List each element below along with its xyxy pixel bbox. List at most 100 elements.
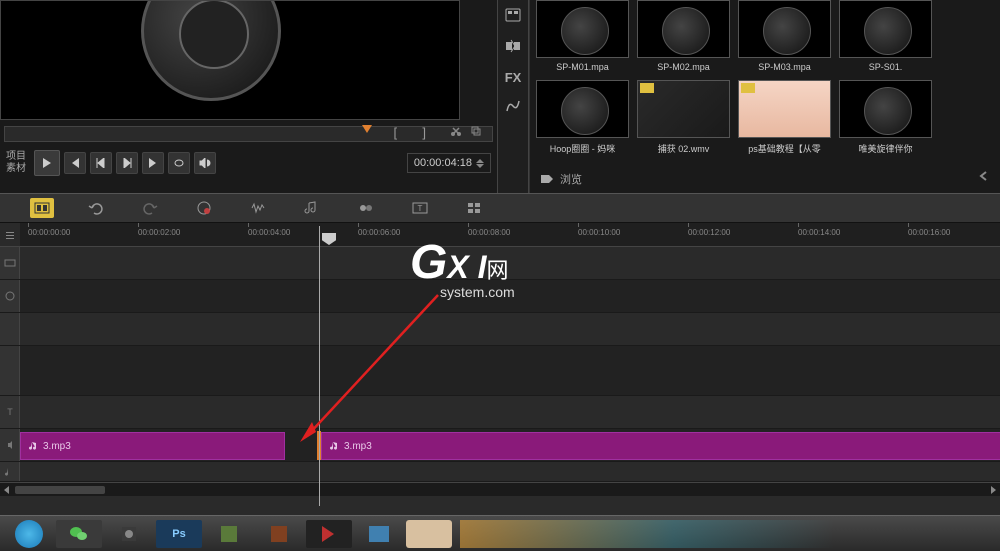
library-thumb	[839, 0, 932, 58]
mark-brackets[interactable]: [ ]	[394, 125, 432, 140]
video-track-icon[interactable]	[0, 247, 20, 279]
grid-button[interactable]	[462, 198, 486, 218]
library-thumb	[637, 80, 730, 138]
library-item[interactable]: SP-M01.mpa	[536, 0, 629, 72]
timeline-scrollbar[interactable]	[0, 482, 1000, 496]
browse-button[interactable]: 浏览	[540, 171, 582, 187]
title-track-icon[interactable]: T	[0, 396, 20, 428]
taskbar-gradient	[460, 520, 994, 548]
auto-music-button[interactable]	[300, 198, 324, 218]
library-thumb	[637, 0, 730, 58]
svg-text:T: T	[418, 204, 423, 213]
storyboard-mode-button[interactable]	[30, 198, 54, 218]
timecode-display[interactable]: 00:00:04:18	[407, 153, 491, 173]
ruler-menu-icon[interactable]	[0, 223, 20, 246]
ruler-tick: 00:00:06:00	[358, 228, 400, 237]
music-track[interactable]	[0, 462, 1000, 482]
library-label: SP-M01.mpa	[536, 62, 629, 72]
music-track-icon[interactable]	[0, 462, 20, 481]
voice-track-icon[interactable]	[0, 429, 20, 461]
ruler-tick: 00:00:02:00	[138, 228, 180, 237]
cut-icon[interactable]	[450, 125, 462, 137]
svg-text:T: T	[7, 407, 13, 417]
taskbar-avatar[interactable]	[406, 520, 452, 548]
overlay-track-icon[interactable]	[0, 280, 20, 312]
go-end-button[interactable]	[142, 152, 164, 174]
library-item[interactable]: 唯美旋律伴你	[839, 80, 932, 155]
scroll-thumb[interactable]	[15, 486, 105, 494]
library-item[interactable]: ps基础教程【从零	[738, 80, 831, 155]
track-motion-button[interactable]	[354, 198, 378, 218]
ruler-tick: 00:00:16:00	[908, 228, 950, 237]
title-button[interactable]: T	[408, 198, 432, 218]
library-item[interactable]: 捕获 02.wmv	[637, 80, 730, 155]
copy-icon[interactable]	[470, 125, 482, 137]
preview-panel: [ ] 项目 素材 00:00:04:18	[0, 0, 497, 193]
play-button[interactable]	[34, 150, 60, 176]
undo-button[interactable]	[84, 198, 108, 218]
scrub-handle-icon[interactable]	[362, 125, 372, 133]
timeline-toolbar: T	[0, 193, 1000, 223]
lib-scroll-left-icon[interactable]	[978, 169, 990, 187]
playhead-line[interactable]	[319, 226, 320, 506]
record-button[interactable]	[192, 198, 216, 218]
scroll-right-icon[interactable]	[991, 486, 996, 494]
taskbar-photoshop[interactable]: Ps	[156, 520, 202, 548]
taskbar-app-3[interactable]	[256, 520, 302, 548]
redo-button[interactable]	[138, 198, 162, 218]
overlay-track-1[interactable]	[0, 280, 1000, 313]
ruler-tick: 00:00:08:00	[468, 228, 510, 237]
library-thumb	[536, 80, 629, 138]
volume-button[interactable]	[194, 152, 216, 174]
library-item[interactable]: Hoop圈圈 - 妈咪	[536, 80, 629, 155]
overlay-track-2[interactable]	[0, 313, 1000, 346]
library-label: SP-S01.	[839, 62, 932, 72]
loop-button[interactable]	[168, 152, 190, 174]
ruler-tick: 00:00:00:00	[28, 228, 70, 237]
transition-tool-icon[interactable]	[505, 39, 521, 56]
preview-scrubber[interactable]: [ ]	[4, 126, 493, 142]
fx-tool-label[interactable]: FX	[505, 70, 522, 85]
ruler-tick: 00:00:10:00	[578, 228, 620, 237]
library-item[interactable]: SP-S01.	[839, 0, 932, 72]
tc-up-icon[interactable]	[476, 159, 484, 163]
playhead-marker-icon[interactable]	[322, 233, 336, 245]
taskbar-wechat[interactable]	[56, 520, 102, 548]
taskbar-player[interactable]	[306, 520, 352, 548]
project-label[interactable]: 项目	[6, 151, 26, 163]
music-note-icon	[330, 441, 340, 451]
title-track[interactable]: T	[0, 396, 1000, 429]
library-thumb	[738, 80, 831, 138]
taskbar-app-4[interactable]	[356, 520, 402, 548]
taskbar-ie[interactable]	[6, 520, 52, 548]
library-label: ps基础教程【从零	[738, 142, 831, 155]
taskbar-app-2[interactable]	[206, 520, 252, 548]
next-frame-button[interactable]	[116, 152, 138, 174]
go-start-button[interactable]	[64, 152, 86, 174]
library-panel: SP-M01.mpa SP-M02.mpa SP-M03.mpa SP-S01. Hoo…	[529, 0, 1000, 193]
library-label: 唯美旋律伴你	[839, 142, 932, 155]
scroll-left-icon[interactable]	[4, 486, 9, 494]
timeline-area: T 00:00:00:0000:00:02:0000:00:04:0000:00…	[0, 193, 1000, 496]
media-tool-icon[interactable]	[505, 8, 521, 25]
taskbar-app-1[interactable]	[106, 520, 152, 548]
library-thumb	[839, 80, 932, 138]
prev-frame-button[interactable]	[90, 152, 112, 174]
browse-label: 浏览	[560, 171, 582, 187]
material-label[interactable]: 素材	[6, 163, 26, 175]
audio-mixer-button[interactable]	[246, 198, 270, 218]
library-item[interactable]: SP-M03.mpa	[738, 0, 831, 72]
library-label: SP-M02.mpa	[637, 62, 730, 72]
audio-clip-2[interactable]: 3.mp3	[321, 432, 1000, 460]
tc-down-icon[interactable]	[476, 164, 484, 168]
library-item[interactable]: SP-M02.mpa	[637, 0, 730, 72]
video-track[interactable]	[0, 247, 1000, 280]
audio-clip-1[interactable]: 3.mp3	[20, 432, 285, 460]
voice-track[interactable]: 3.mp3 3.mp3	[0, 429, 1000, 462]
library-thumb	[536, 0, 629, 58]
spacer-track	[0, 346, 1000, 396]
timeline-ruler[interactable]: 00:00:00:0000:00:02:0000:00:04:0000:00:0…	[0, 223, 1000, 247]
library-label: SP-M03.mpa	[738, 62, 831, 72]
path-tool-icon[interactable]	[505, 99, 521, 116]
timeline-tracks: T 3.mp3 3.mp3	[0, 247, 1000, 482]
